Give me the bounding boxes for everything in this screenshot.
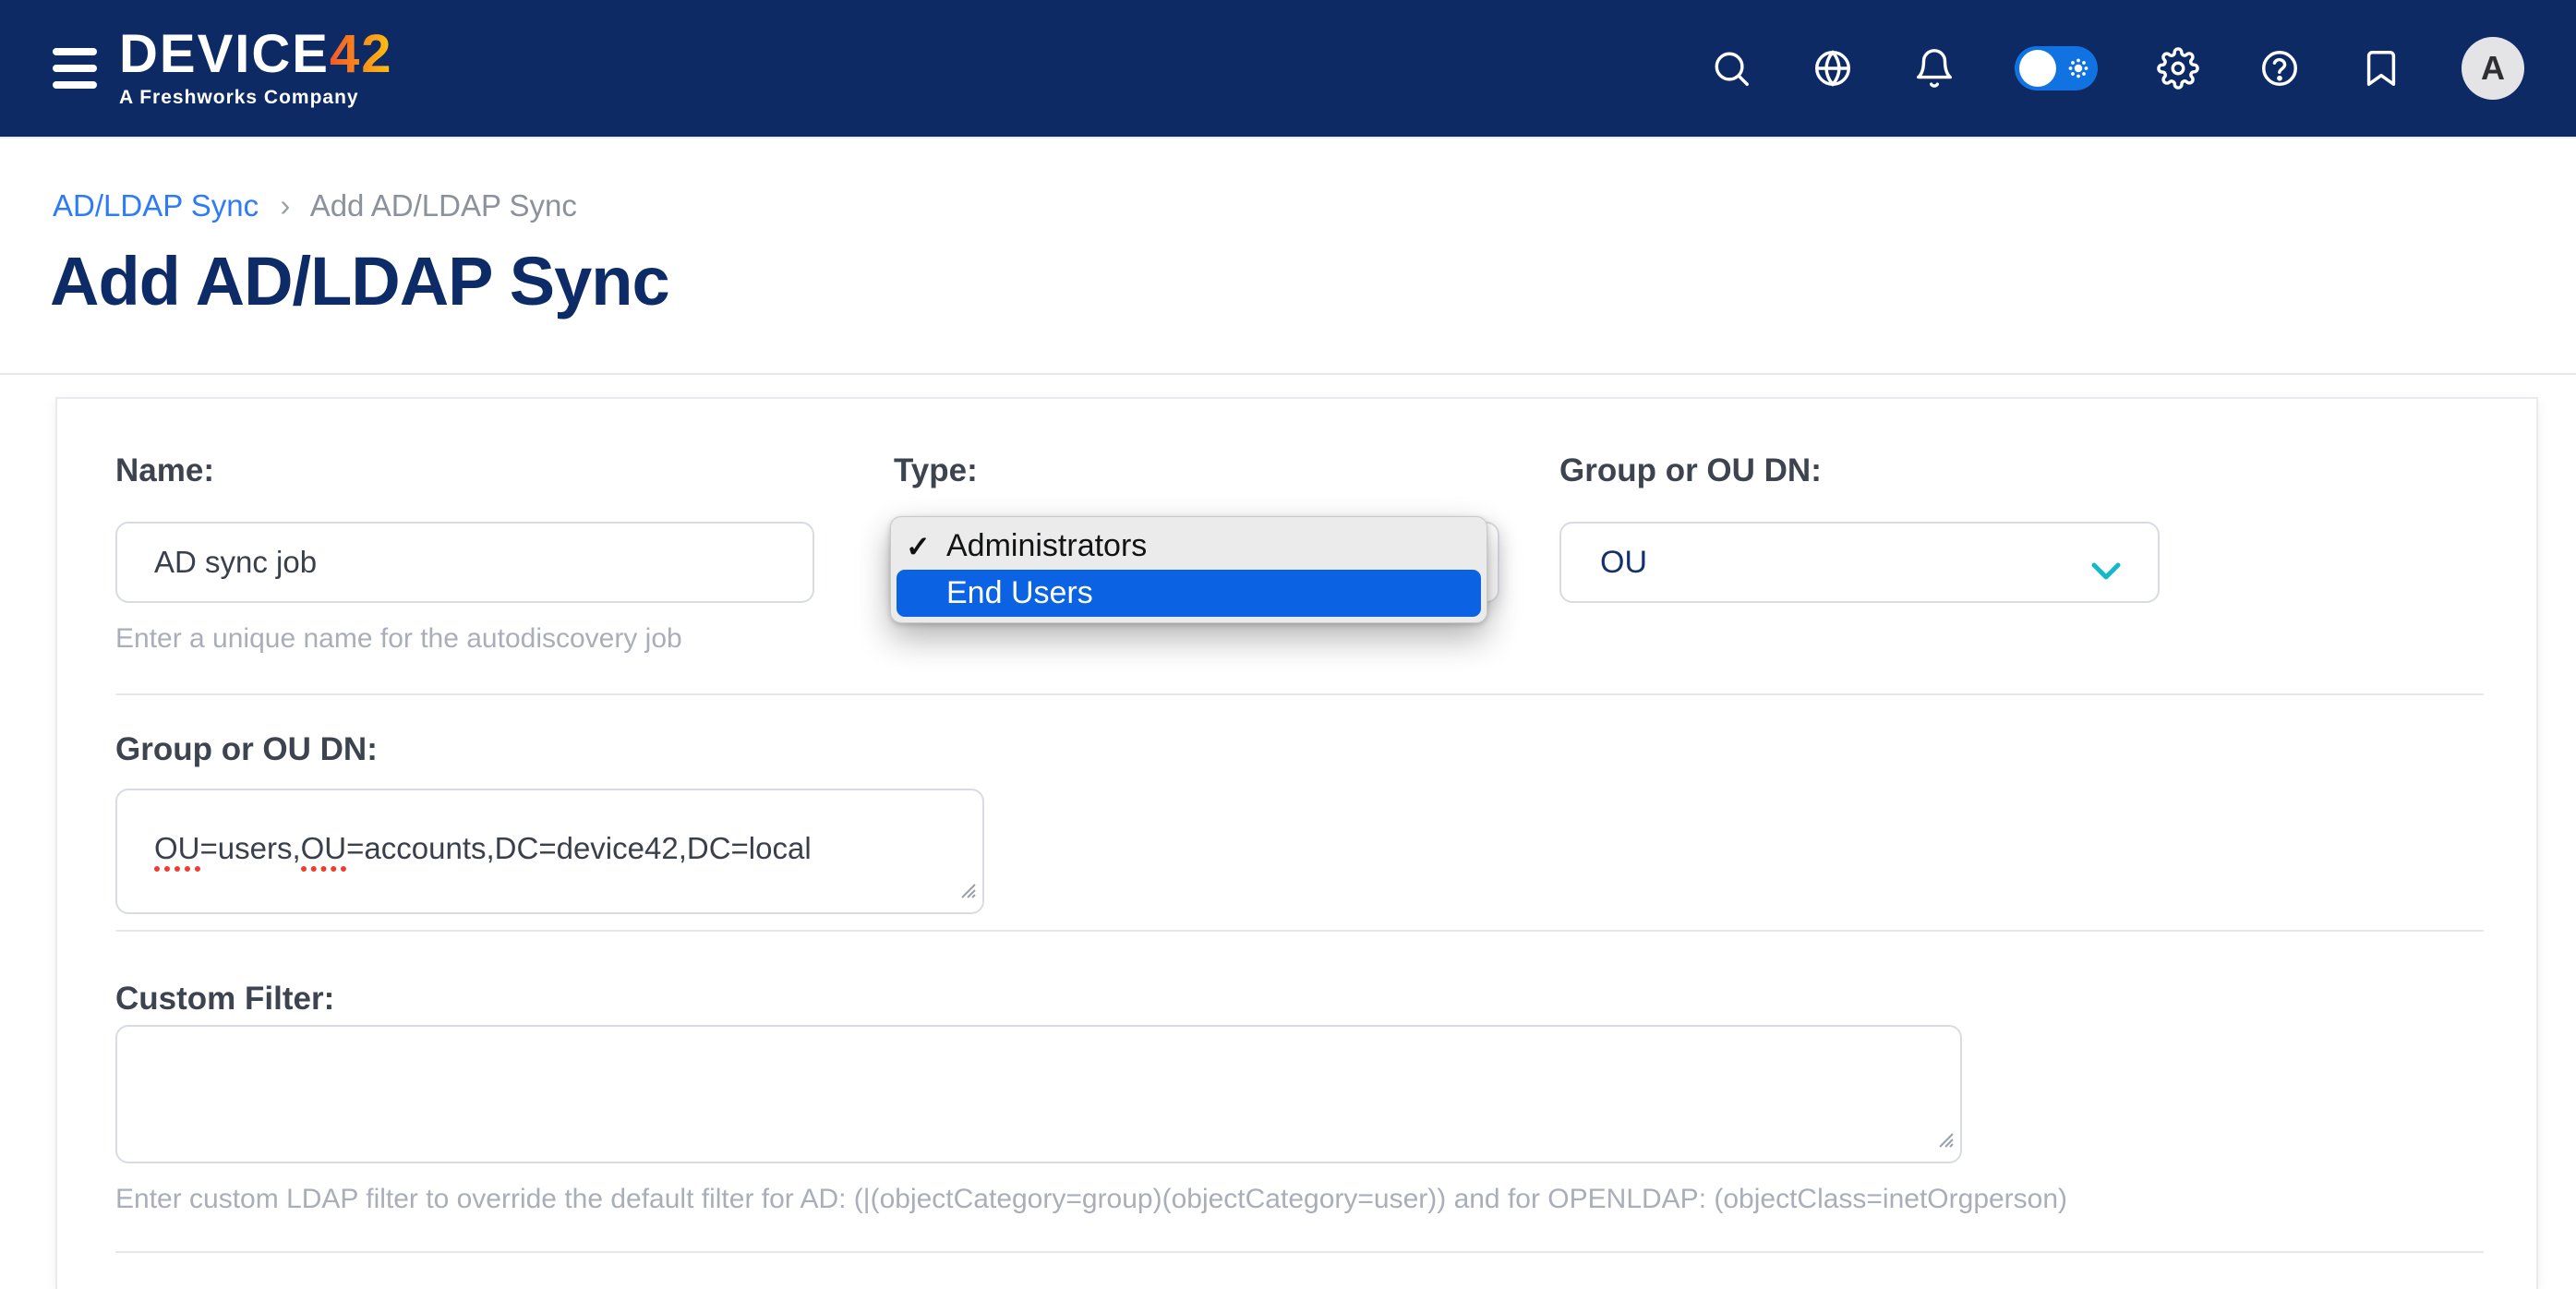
group-ou-dn-label: Group or OU DN:: [115, 731, 378, 768]
row-divider: [115, 1251, 2484, 1253]
sun-icon: [2064, 54, 2092, 82]
check-icon: ✓: [906, 529, 946, 564]
search-icon[interactable]: [1710, 47, 1752, 90]
brand-logo[interactable]: DEVICE42 A Freshworks Company: [119, 28, 392, 109]
menu-icon[interactable]: [53, 39, 97, 98]
type-option-label: End Users: [946, 575, 1093, 611]
group-ou-type-label: Group or OU DN:: [1559, 452, 1822, 489]
custom-filter-helper-text: Enter custom LDAP filter to override the…: [115, 1184, 2067, 1215]
bookmark-icon[interactable]: [2360, 47, 2402, 90]
notifications-bell-icon[interactable]: [1913, 47, 1956, 90]
type-label: Type:: [894, 452, 978, 489]
custom-filter-textarea[interactable]: [115, 1025, 1962, 1163]
breadcrumb-separator: ›: [280, 188, 290, 223]
breadcrumb: AD/LDAP Sync › Add AD/LDAP Sync: [53, 188, 577, 223]
chevron-down-icon: [2089, 555, 2123, 591]
type-option-label: Administrators: [946, 528, 1147, 564]
globe-icon[interactable]: [1812, 47, 1854, 90]
header-divider: [0, 373, 2576, 375]
toggle-knob: [2019, 50, 2056, 87]
resize-handle-icon[interactable]: [1933, 1122, 1956, 1157]
help-icon[interactable]: [2258, 47, 2301, 90]
breadcrumb-link-adldap-sync[interactable]: AD/LDAP Sync: [53, 188, 259, 223]
group-ou-dn-value: OU=users,OU=accounts,DC=device42,DC=loca…: [154, 831, 812, 872]
type-option-end-users[interactable]: End Users: [897, 570, 1481, 617]
settings-gear-icon[interactable]: [2157, 47, 2199, 90]
navbar-actions: A: [1710, 37, 2576, 100]
top-navbar: DEVICE42 A Freshworks Company: [0, 0, 2576, 139]
breadcrumb-current: Add AD/LDAP Sync: [310, 188, 577, 223]
name-label: Name:: [115, 452, 214, 489]
resize-handle-icon[interactable]: [956, 873, 978, 908]
name-helper-text: Enter a unique name for the autodiscover…: [115, 623, 682, 655]
brand-name: DEVICE42: [119, 28, 392, 81]
theme-toggle[interactable]: [2015, 46, 2098, 90]
avatar-initial: A: [2481, 49, 2505, 88]
page: DEVICE42 A Freshworks Company: [0, 0, 2576, 1287]
group-ou-type-select[interactable]: OU: [1559, 522, 2160, 603]
row-divider: [115, 930, 2484, 932]
user-avatar[interactable]: A: [2462, 37, 2524, 100]
type-dropdown-popup: ✓ Administrators End Users: [890, 516, 1487, 623]
name-input-value: AD sync job: [154, 545, 317, 580]
brand-number: 42: [330, 24, 393, 84]
group-ou-dn-textarea[interactable]: OU=users,OU=accounts,DC=device42,DC=loca…: [115, 789, 984, 914]
brand-tagline: A Freshworks Company: [119, 87, 392, 109]
page-title: Add AD/LDAP Sync: [50, 242, 669, 320]
custom-filter-label: Custom Filter:: [115, 981, 334, 1018]
row-divider: [115, 693, 2484, 695]
name-input[interactable]: AD sync job: [115, 522, 814, 603]
type-option-administrators[interactable]: ✓ Administrators: [897, 523, 1481, 570]
group-ou-type-value: OU: [1600, 545, 1647, 581]
form-card: Name: AD sync job Enter a unique name fo…: [55, 397, 2538, 1289]
